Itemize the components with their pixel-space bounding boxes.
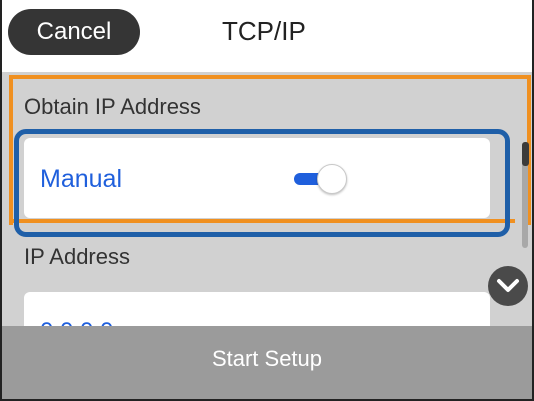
ip-address-label: IP Address — [24, 244, 130, 269]
bottom-bar: Start Setup — [2, 326, 532, 399]
printer-panel-screen: Cancel TCP/IP Obtain IP Address Manual I… — [0, 0, 534, 401]
scroll-down-button[interactable] — [488, 266, 528, 306]
obtain-ip-label: Obtain IP Address — [24, 94, 201, 119]
scrollbar-thumb[interactable] — [522, 142, 529, 166]
cancel-button[interactable]: Cancel — [8, 9, 140, 55]
focus-selection-ring — [14, 129, 510, 237]
top-bar: Cancel TCP/IP — [2, 0, 532, 72]
chevron-down-icon — [497, 279, 519, 292]
start-setup-button[interactable]: Start Setup — [2, 326, 532, 399]
page-title: TCP/IP — [222, 16, 306, 46]
